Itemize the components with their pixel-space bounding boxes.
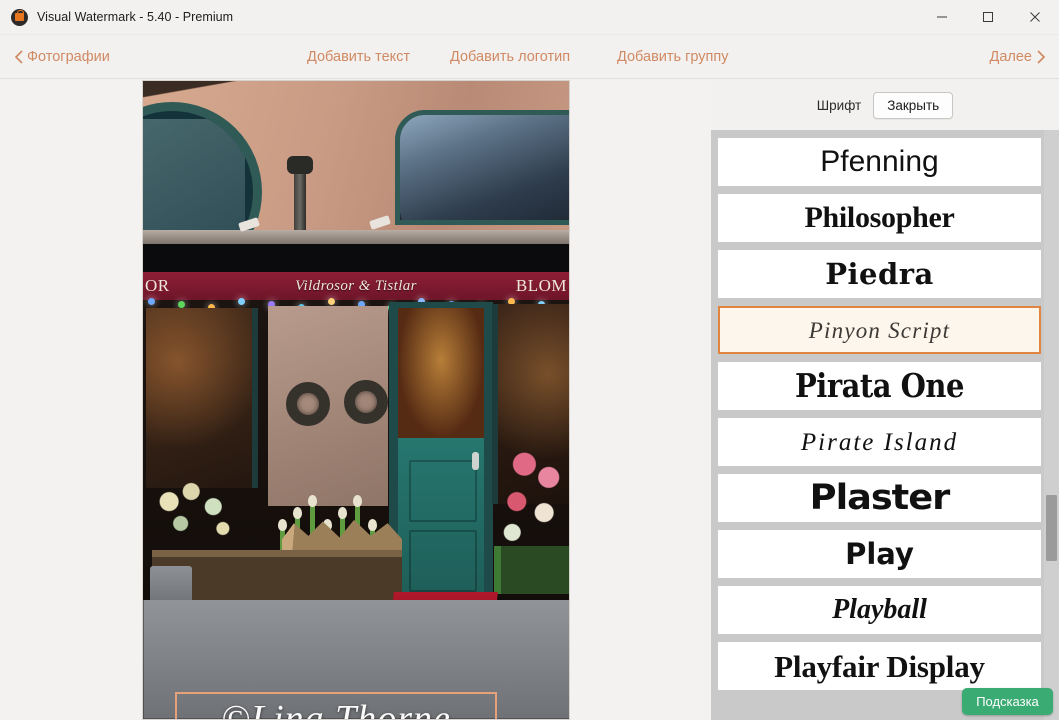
font-list-item[interactable]: Playfair Display [718, 642, 1041, 690]
font-panel-title: Шрифт [816, 97, 862, 113]
shop-sign: OR Vildrosor & Tistlar BLOM [142, 272, 570, 300]
watermark-text[interactable]: ©Lina Thorne [221, 697, 451, 720]
hint-button[interactable]: Подсказка [962, 688, 1053, 715]
minimize-button[interactable] [919, 0, 965, 35]
back-to-photos-label: Фотографии [27, 49, 110, 65]
font-panel-header: Шрифт Закрыть [711, 80, 1059, 130]
hint-button-label: Подсказка [976, 694, 1039, 709]
window-title: Visual Watermark - 5.40 - Premium [37, 10, 234, 24]
font-list-scrollbar[interactable] [1044, 130, 1059, 720]
font-list-item[interactable]: Piedra [718, 250, 1041, 298]
font-list-item-label: Piedra [825, 256, 934, 291]
watermark-selection-box[interactable]: ©Lina Thorne [175, 692, 497, 720]
font-list-item-label: Plaster [809, 477, 951, 518]
font-list-item[interactable]: Plaster [718, 474, 1041, 522]
font-list-item-label: Pirate Island [800, 428, 959, 456]
font-list: Pfenning Philosopher Piedra Pinyon Script Pi… [711, 130, 1041, 698]
scrollbar-thumb[interactable] [1046, 495, 1057, 561]
font-list-item-label: Play [845, 536, 914, 571]
font-list-item-label: Playball [832, 594, 927, 625]
add-group-label: Добавить группу [617, 49, 729, 65]
font-list-item-label: Playfair Display [774, 648, 985, 684]
title-bar: Visual Watermark - 5.40 - Premium [0, 0, 1059, 35]
add-text-button[interactable]: Добавить текст [307, 35, 410, 79]
shop-sign-right-text: BLOM [515, 276, 567, 295]
window-controls [919, 0, 1059, 35]
back-to-photos-button[interactable]: Фотографии [14, 35, 110, 79]
next-button[interactable]: Далее [990, 35, 1046, 79]
shop-sign-text: Vildrosor & Tistlar [295, 277, 417, 294]
add-logo-label: Добавить логотип [450, 49, 571, 65]
next-label: Далее [989, 49, 1032, 65]
close-font-panel-button[interactable]: Закрыть [873, 91, 954, 119]
shop-sign-left-text: OR [145, 276, 170, 295]
photo-canvas[interactable]: OR Vildrosor & Tistlar BLOM ©Lina Thorne [0, 80, 711, 720]
font-list-item-label: Philosopher [804, 201, 955, 234]
font-list-panel[interactable]: Pfenning Philosopher Piedra Pinyon Script Pi… [711, 130, 1059, 720]
close-window-button[interactable] [1011, 0, 1059, 35]
add-text-label: Добавить текст [307, 49, 411, 65]
storefront-photo: OR Vildrosor & Tistlar BLOM [142, 80, 570, 720]
font-list-item[interactable]: Play [718, 530, 1041, 578]
photo-preview[interactable]: OR Vildrosor & Tistlar BLOM ©Lina Thorne [142, 80, 570, 720]
add-logo-button[interactable]: Добавить логотип [450, 35, 570, 79]
font-list-item[interactable]: Pinyon Script [718, 306, 1041, 354]
font-list-item[interactable]: Pirata One [718, 362, 1041, 410]
padlock-icon [11, 8, 28, 26]
add-group-button[interactable]: Добавить группу [617, 35, 729, 79]
font-list-item[interactable]: Pfenning [718, 138, 1041, 186]
main-toolbar: Фотографии Добавить текст Добавить логот… [0, 35, 1059, 79]
font-list-item[interactable]: Playball [718, 586, 1041, 634]
close-font-panel-label: Закрыть [887, 97, 940, 113]
application-window: Visual Watermark - 5.40 - Premium Фотогр… [0, 0, 1059, 720]
font-list-item-label: Pirata One [795, 366, 964, 405]
font-list-item[interactable]: Philosopher [718, 194, 1041, 242]
font-list-item-label: Pinyon Script [808, 317, 951, 343]
chevron-left-icon [14, 49, 24, 65]
font-list-item[interactable]: Pirate Island [718, 418, 1041, 466]
maximize-button[interactable] [965, 0, 1011, 35]
chevron-right-icon [1036, 49, 1046, 65]
font-list-item-label: Pfenning [820, 145, 939, 178]
